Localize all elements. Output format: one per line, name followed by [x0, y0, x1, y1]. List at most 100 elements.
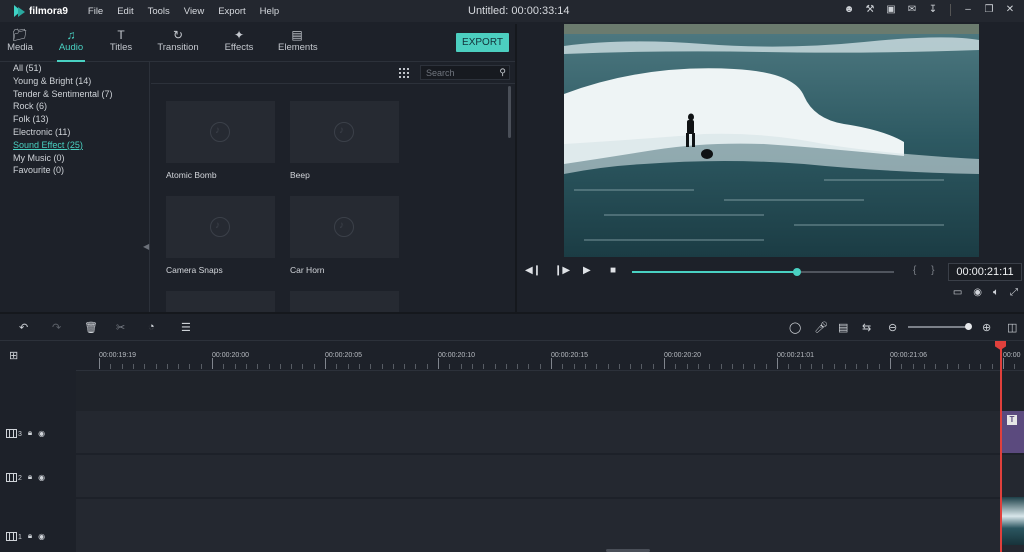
filmora-logo-icon [14, 5, 25, 17]
add-track-icon[interactable]: ⊞ [9, 349, 18, 362]
close-icon[interactable]: ✕ [1004, 4, 1016, 16]
library-scrollbar[interactable] [508, 86, 511, 138]
play-icon[interactable]: ▶ [583, 265, 591, 276]
mark-in-out-icon[interactable]: { } [913, 265, 940, 276]
collapse-panel-icon[interactable]: ◀ [143, 242, 149, 251]
minimize-icon[interactable]: – [962, 4, 974, 16]
cut-icon[interactable]: ✂ [116, 321, 125, 334]
ruler-minor-tick [483, 364, 485, 369]
tab-audio[interactable]: ♫ Audio [57, 24, 85, 62]
tab-effects[interactable]: ✦ Effects [224, 24, 254, 62]
track-controls: 3 🔒︎ ◉ [6, 428, 45, 438]
export-button[interactable]: EXPORT [456, 33, 509, 52]
tab-media[interactable]: 📁︎ Media [6, 24, 34, 62]
marker-icon[interactable]: ◯ [789, 321, 801, 334]
music-note-icon: ♪ [215, 125, 220, 136]
tab-titles-label: Titles [109, 42, 133, 53]
audio-item[interactable]: ♪ Car Horn [290, 196, 399, 275]
zoom-in-icon[interactable]: ⊕ [982, 321, 991, 334]
category-young-bright[interactable]: Young & Bright (14) [0, 76, 149, 89]
ruler-minor-tick [754, 364, 756, 369]
category-my-music[interactable]: My Music (0) [0, 153, 149, 166]
menu-tools[interactable]: Tools [141, 6, 177, 17]
track-3[interactable] [76, 411, 1024, 453]
ruler-minor-tick [675, 364, 677, 369]
category-electronic[interactable]: Electronic (11) [0, 127, 149, 140]
lock-icon[interactable]: 🔒︎ [28, 531, 32, 541]
microphone-icon[interactable]: 🎤︎ [814, 321, 828, 334]
eye-icon[interactable]: ◉ [38, 429, 45, 438]
filmora-window: filmora9 File Edit Tools View Export Hel… [0, 0, 1024, 552]
app-logo: filmora9 [14, 5, 68, 17]
audio-item[interactable] [166, 291, 275, 312]
menu-view[interactable]: View [177, 6, 211, 17]
ruler-minor-tick [234, 364, 236, 369]
menu-file[interactable]: File [81, 6, 110, 17]
audio-mixer-icon[interactable]: ▤ [838, 321, 848, 334]
audio-item[interactable]: ♪ Camera Snaps [166, 196, 275, 275]
ruler-minor-tick [810, 364, 812, 369]
panel-layout-icon[interactable]: ◫ [1007, 321, 1017, 334]
grid-view-icon[interactable] [399, 68, 409, 78]
delete-icon[interactable]: 🗑︎ [84, 321, 98, 334]
previous-frame-icon[interactable]: ◀❙ [525, 265, 541, 276]
eye-icon[interactable]: ◉ [38, 473, 45, 482]
category-folk[interactable]: Folk (13) [0, 114, 149, 127]
adjust-icon[interactable]: ☰ [181, 321, 191, 334]
audio-item[interactable]: ♪ Atomic Bomb [166, 101, 275, 180]
playback-bar: ◀❙ ❙▶ ▶ ■ { } 00:00:21:11 [517, 261, 1024, 283]
ruler-minor-tick [788, 364, 790, 369]
ruler-minor-tick [720, 364, 722, 369]
lock-icon[interactable]: 🔒︎ [28, 472, 32, 482]
track-1[interactable] [76, 499, 1024, 552]
restore-icon[interactable]: ❐ [983, 4, 995, 16]
title-clip[interactable]: T [1002, 411, 1024, 453]
menu-edit[interactable]: Edit [110, 6, 140, 17]
fit-timeline-icon[interactable]: ⇆ [862, 321, 871, 334]
fullscreen-icon[interactable]: ⤢ [1010, 287, 1018, 298]
audio-item[interactable] [290, 291, 399, 312]
render-preview-icon[interactable]: ▭ [953, 287, 962, 298]
tab-titles[interactable]: T Titles [108, 24, 134, 62]
search-input[interactable] [421, 66, 493, 79]
category-all[interactable]: All (51) [0, 63, 149, 76]
speed-icon[interactable]: ◔ [148, 321, 155, 333]
volume-icon[interactable]: 🔈︎ [993, 287, 999, 298]
category-favourite[interactable]: Favourite (0) [0, 165, 149, 178]
ruler-minor-tick [279, 364, 281, 369]
undo-icon[interactable]: ↶ [19, 321, 28, 334]
category-tender-sentimental[interactable]: Tender & Sentimental (7) [0, 89, 149, 102]
tab-transition[interactable]: ↻ Transition [157, 24, 199, 62]
timeline-ruler[interactable]: 00:00:19:19 00:00:20:00 00:00:20:05 00:0… [76, 341, 1024, 371]
tab-elements[interactable]: ▤ Elements [278, 24, 318, 62]
step-play-icon[interactable]: ❙▶ [554, 265, 570, 276]
search-icon[interactable]: ⚲ [499, 67, 506, 78]
stop-icon[interactable]: ■ [610, 265, 616, 276]
mail-icon[interactable]: ✉ [906, 4, 918, 16]
audio-item-label: Camera Snaps [166, 265, 223, 275]
video-clip[interactable] [1002, 497, 1024, 545]
category-rock[interactable]: Rock (6) [0, 101, 149, 114]
redo-icon[interactable]: ↷ [52, 321, 61, 334]
menu-export[interactable]: Export [211, 6, 252, 17]
save-icon[interactable]: ▣ [885, 4, 897, 16]
progress-handle[interactable] [793, 268, 802, 276]
zoom-slider-handle[interactable] [965, 323, 972, 330]
category-sound-effect[interactable]: Sound Effect (25) [0, 140, 149, 153]
music-note-icon: ♪ [215, 220, 220, 231]
zoom-out-icon[interactable]: ⊖ [888, 321, 897, 334]
eye-icon[interactable]: ◉ [38, 532, 45, 541]
lock-icon[interactable]: 🔒︎ [28, 428, 32, 438]
zoom-slider[interactable] [908, 326, 970, 328]
snapshot-icon[interactable]: ◉ [973, 287, 982, 298]
track-2[interactable] [76, 455, 1024, 497]
audio-item[interactable]: ♪ Beep [290, 101, 399, 180]
download-icon[interactable]: ↧ [927, 4, 939, 16]
playhead[interactable] [1000, 341, 1002, 552]
cart-icon[interactable]: ⚒ [864, 4, 876, 16]
ruler-minor-tick [935, 364, 937, 369]
preview-progress-bar[interactable] [632, 268, 894, 276]
ruler-minor-tick [392, 364, 394, 369]
menu-help[interactable]: Help [253, 6, 287, 17]
account-icon[interactable]: ☻ [843, 4, 855, 16]
